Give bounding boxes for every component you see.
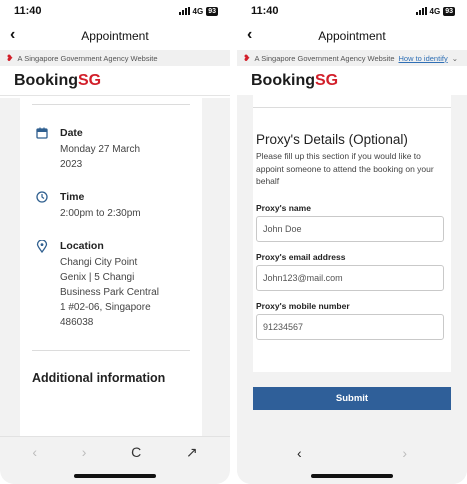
date-value-line: 2023 — [60, 159, 83, 170]
back-chevron-icon[interactable]: ‹ — [247, 26, 252, 44]
reload-icon[interactable]: C — [131, 444, 141, 460]
appointment-details-card: Date Monday 27 March 2023 Time 2:00pm to… — [20, 98, 202, 436]
home-indicator — [74, 474, 156, 478]
network-label: 4G — [429, 6, 441, 16]
proxy-details-description: Please fill up this section if you would… — [256, 151, 434, 186]
lion-head-icon: ❥ — [6, 52, 14, 63]
gov-masthead: ❥ A Singapore Government Agency Website … — [237, 50, 467, 66]
home-indicator — [311, 474, 393, 478]
signal-icon — [415, 7, 427, 15]
proxy-name-input[interactable]: John Doe — [256, 215, 444, 242]
location-line: Business Park Central — [60, 287, 159, 298]
location-line: 486038 — [60, 317, 94, 328]
proxy-name-group: Proxy's name John Doe — [253, 203, 451, 242]
battery-icon: 93 — [443, 6, 455, 16]
page-header: ‹ Appointment — [237, 22, 467, 50]
network-label: 4G — [192, 6, 204, 16]
browser-toolbar: ‹ › C ↗ — [0, 436, 230, 484]
location-line: 1 #02-06, Singapore — [60, 302, 151, 313]
location-label: Location — [60, 240, 104, 252]
date-row: Date Monday 27 March 2023 — [20, 126, 202, 172]
location-row: Location Changi City Point Genix | 5 Cha… — [20, 239, 202, 330]
left-phone-screen: 11:40 4G 93 ‹ Appointment ❥ A Singapore … — [0, 0, 230, 484]
share-icon[interactable]: ↗ — [186, 444, 198, 461]
calendar-icon — [34, 126, 50, 142]
divider — [32, 104, 190, 105]
proxy-mobile-label: Proxy's mobile number — [256, 300, 350, 311]
lion-head-icon: ❥ — [243, 52, 251, 63]
browser-forward-icon[interactable]: › — [82, 444, 87, 460]
divider — [32, 350, 190, 351]
proxy-email-input[interactable]: John123@mail.com — [256, 264, 444, 291]
back-chevron-icon[interactable]: ‹ — [10, 26, 15, 44]
status-time: 11:40 — [14, 5, 42, 17]
bookingsg-logo[interactable]: Booking SG — [237, 66, 467, 96]
additional-information-heading: Additional information — [32, 371, 166, 385]
gov-masthead-text: A Singapore Government Agency Website — [17, 53, 158, 63]
status-bar: 11:40 4G 93 — [0, 0, 230, 22]
page-title: Appointment — [318, 29, 386, 43]
submit-button[interactable]: Submit — [253, 387, 451, 410]
divider — [253, 107, 451, 108]
time-value: 2:00pm to 2:30pm — [60, 208, 141, 219]
gov-masthead: ❥ A Singapore Government Agency Website — [0, 50, 230, 66]
location-pin-icon — [34, 239, 50, 255]
page-header: ‹ Appointment — [0, 22, 230, 50]
right-phone-screen: 11:40 4G 93 ‹ Appointment ❥ A Singapore … — [237, 0, 467, 484]
how-to-identify-link[interactable]: How to identify — [399, 54, 448, 63]
clock-icon — [34, 190, 50, 206]
status-bar: 11:40 4G 93 — [237, 0, 467, 22]
status-time: 11:40 — [251, 5, 279, 17]
browser-back-icon[interactable]: ‹ — [32, 444, 37, 460]
proxy-name-label: Proxy's name — [256, 202, 311, 213]
time-row: Time 2:00pm to 2:30pm — [20, 190, 202, 221]
proxy-mobile-group: Proxy's mobile number 91234567 — [253, 301, 451, 340]
location-line: Changi City Point — [60, 257, 138, 268]
proxy-email-label: Proxy's email address — [256, 251, 346, 262]
browser-back-icon[interactable]: ‹ — [297, 445, 302, 461]
appointment-details-scroll[interactable]: Date Monday 27 March 2023 Time 2:00pm to… — [0, 98, 230, 436]
proxy-details-card: Proxy's Details (Optional) Please fill u… — [253, 95, 451, 372]
date-label: Date — [60, 127, 83, 139]
bookingsg-logo[interactable]: Booking SG — [0, 66, 230, 96]
proxy-details-heading: Proxy's Details (Optional) — [256, 132, 408, 147]
chevron-down-icon[interactable]: ⌄ — [452, 54, 458, 63]
browser-forward-icon[interactable]: › — [402, 445, 407, 461]
browser-toolbar: ‹ › — [237, 438, 467, 484]
gov-masthead-text: A Singapore Government Agency Website — [254, 53, 395, 63]
battery-icon: 93 — [206, 6, 218, 16]
page-title: Appointment — [81, 29, 149, 43]
date-value-line: Monday 27 March — [60, 144, 141, 155]
proxy-form-scroll[interactable]: Proxy's Details (Optional) Please fill u… — [237, 95, 467, 484]
proxy-email-group: Proxy's email address John123@mail.com — [253, 252, 451, 291]
proxy-mobile-input[interactable]: 91234567 — [256, 313, 444, 340]
location-line: Genix | 5 Changi — [60, 272, 135, 283]
time-label: Time — [60, 191, 85, 203]
signal-icon — [178, 7, 190, 15]
